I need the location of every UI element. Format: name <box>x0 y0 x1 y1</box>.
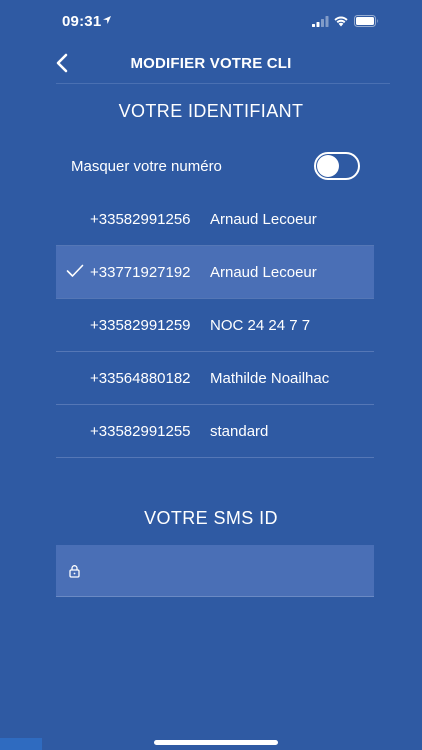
page-title: MODIFIER VOTRE CLI <box>130 55 292 72</box>
cli-row-selected[interactable]: +33771927192 Arnaud Lecoeur <box>56 246 374 299</box>
cli-number: +33582991259 <box>90 317 191 334</box>
cli-name: standard <box>210 423 269 440</box>
cli-row[interactable]: +33582991255 standard <box>56 405 374 458</box>
bottom-tab-fragment <box>0 738 42 750</box>
mask-number-label: Masquer votre numéro <box>71 158 222 175</box>
toggle-knob <box>317 155 339 177</box>
cli-number: +33582991255 <box>90 423 191 440</box>
navigation-bar: MODIFIER VOTRE CLI <box>0 44 422 84</box>
status-time: 09:31 <box>62 13 102 30</box>
cli-row[interactable]: +33582991256 Arnaud Lecoeur <box>56 193 374 246</box>
cellular-signal-icon <box>312 16 329 27</box>
cli-name: Arnaud Lecoeur <box>210 211 317 228</box>
mask-number-row: Masquer votre numéro <box>56 150 374 184</box>
home-indicator[interactable] <box>154 740 278 745</box>
cli-name: Arnaud Lecoeur <box>210 264 317 281</box>
lock-icon <box>69 565 80 578</box>
mask-number-toggle[interactable] <box>314 152 360 180</box>
location-arrow-icon <box>103 16 111 24</box>
cli-list: +33582991256 Arnaud Lecoeur +33771927192… <box>56 193 374 458</box>
cli-number: +33582991256 <box>90 211 191 228</box>
cli-row[interactable]: +33564880182 Mathilde Noailhac <box>56 352 374 405</box>
sms-section-title: VOTRE SMS ID <box>144 508 278 528</box>
wifi-icon <box>334 16 348 27</box>
sms-id-field[interactable] <box>56 545 374 597</box>
nav-divider <box>56 83 390 84</box>
cli-row[interactable]: +33582991259 NOC 24 24 7 7 <box>56 299 374 352</box>
battery-icon <box>354 15 378 27</box>
cli-section-title: VOTRE IDENTIFIANT <box>118 101 304 121</box>
checkmark-icon <box>66 264 84 277</box>
cli-name: NOC 24 24 7 7 <box>210 317 311 334</box>
status-bar: 09:31 <box>0 0 422 44</box>
cli-name: Mathilde Noailhac <box>210 370 330 387</box>
cli-number: +33564880182 <box>90 370 191 387</box>
cli-number: +33771927192 <box>90 264 191 281</box>
